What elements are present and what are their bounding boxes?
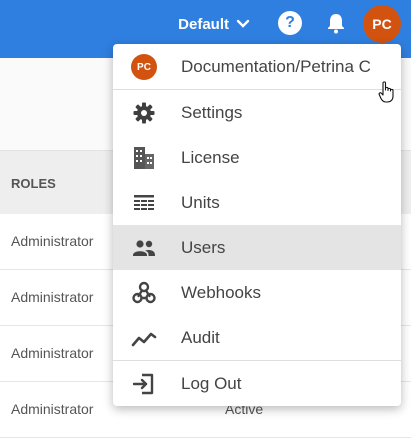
workspace-selector[interactable]: Default <box>178 12 251 36</box>
column-header-roles: ROLES <box>11 176 56 191</box>
bell-icon[interactable] <box>324 11 348 35</box>
user-dropdown-menu: PC Documentation/Petrina C Settings Lice… <box>113 44 401 406</box>
hand-pointer-icon <box>378 81 394 103</box>
role-cell: Administrator <box>11 289 94 305</box>
logout-icon <box>131 371 157 397</box>
units-icon <box>131 190 157 216</box>
menu-item-units[interactable]: Units <box>113 180 401 225</box>
menu-item-settings[interactable]: Settings <box>113 90 401 135</box>
chevron-down-icon <box>236 19 250 28</box>
gear-icon <box>131 100 157 126</box>
users-icon <box>131 235 157 261</box>
role-cell: Administrator <box>11 345 94 361</box>
role-cell: Administrator <box>11 233 94 249</box>
menu-item-label: Users <box>181 238 226 257</box>
workspace-label: Default <box>178 15 229 33</box>
menu-item-users[interactable]: Users <box>113 225 401 270</box>
menu-item-label: Documentation/Petrina C <box>181 57 371 76</box>
menu-item-account[interactable]: PC Documentation/Petrina C <box>113 44 401 89</box>
avatar-icon: PC <box>131 54 157 80</box>
menu-item-audit[interactable]: Audit <box>113 315 401 360</box>
building-icon <box>131 145 157 171</box>
audit-icon <box>131 325 157 351</box>
role-cell: Administrator <box>11 401 94 417</box>
menu-item-label: Log Out <box>181 374 242 393</box>
menu-item-logout[interactable]: Log Out <box>113 361 401 406</box>
menu-item-label: Webhooks <box>181 283 262 302</box>
webhooks-icon <box>131 280 157 306</box>
menu-item-webhooks[interactable]: Webhooks <box>113 270 401 315</box>
user-avatar-button[interactable]: PC <box>363 5 401 43</box>
menu-item-label: License <box>181 148 240 167</box>
account-avatar: PC <box>131 54 157 80</box>
avatar-initials: PC <box>372 16 392 32</box>
help-icon[interactable]: ? <box>278 11 302 35</box>
menu-item-label: Settings <box>181 103 243 122</box>
menu-item-license[interactable]: License <box>113 135 401 180</box>
menu-item-label: Units <box>181 193 220 212</box>
menu-item-label: Audit <box>181 328 220 347</box>
